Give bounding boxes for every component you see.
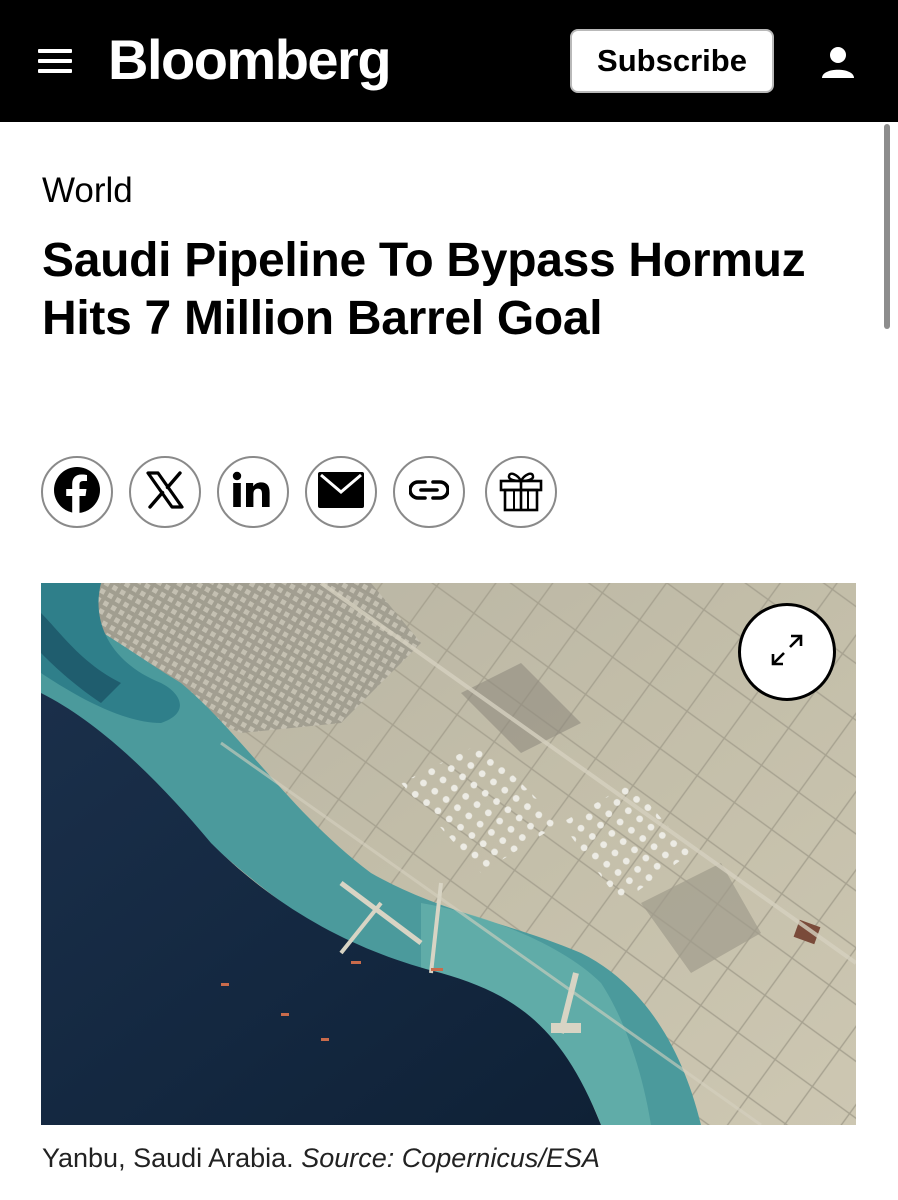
- image-caption: Yanbu, Saudi Arabia. Source: Copernicus/…: [42, 1140, 600, 1176]
- share-link-button[interactable]: [393, 456, 465, 528]
- caption-source: Source: Copernicus/ESA: [301, 1143, 600, 1173]
- expand-image-button[interactable]: [738, 603, 836, 701]
- hamburger-menu-icon[interactable]: [38, 45, 74, 77]
- top-nav-bar: Bloomberg Subscribe: [0, 0, 898, 122]
- email-icon: [318, 471, 364, 513]
- gift-icon: [498, 467, 544, 518]
- gift-article-button[interactable]: [485, 456, 557, 528]
- facebook-icon: [53, 466, 101, 519]
- article-image-yanbu-satellite[interactable]: [41, 583, 856, 1125]
- share-email-button[interactable]: [305, 456, 377, 528]
- article-headline: Saudi Pipeline To Bypass Hormuz Hits 7 M…: [42, 234, 806, 345]
- link-icon: [408, 479, 450, 506]
- expand-icon: [767, 630, 807, 675]
- user-icon[interactable]: [818, 45, 858, 81]
- x-icon: [144, 469, 186, 516]
- section-label[interactable]: World: [42, 170, 133, 212]
- scrollbar[interactable]: [884, 124, 890, 329]
- subscribe-button[interactable]: Subscribe: [570, 29, 774, 93]
- caption-text: Yanbu, Saudi Arabia.: [42, 1143, 294, 1173]
- share-x-button[interactable]: [129, 456, 201, 528]
- share-facebook-button[interactable]: [41, 456, 113, 528]
- bloomberg-logo[interactable]: Bloomberg: [108, 28, 392, 92]
- linkedin-icon: [232, 470, 274, 515]
- share-linkedin-button[interactable]: [217, 456, 289, 528]
